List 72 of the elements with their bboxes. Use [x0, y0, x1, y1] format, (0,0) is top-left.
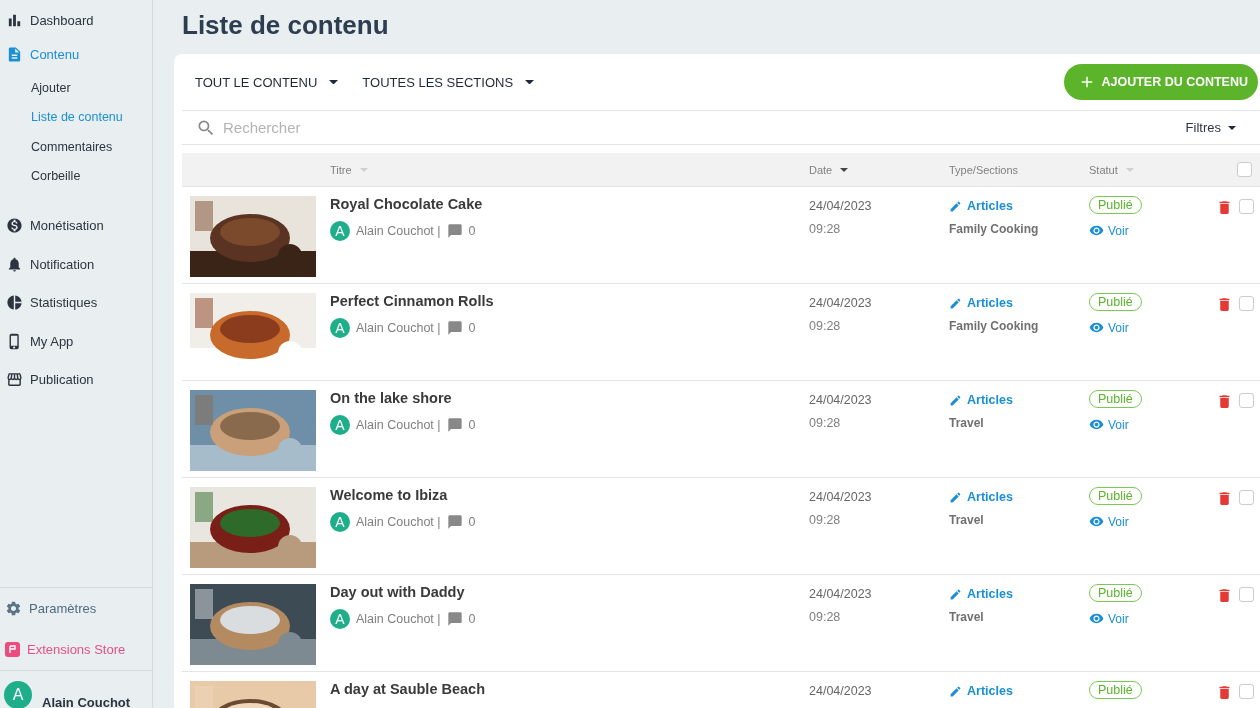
section-text: Travel: [949, 416, 985, 430]
sidebar-subitem[interactable]: Ajouter: [0, 73, 152, 103]
content-title[interactable]: Perfect Cinnamon Rolls: [330, 293, 809, 309]
column-header: Type/Sections: [949, 163, 1020, 176]
type-link[interactable]: Articles: [949, 199, 1089, 213]
sidebar-subitem[interactable]: Corbeille: [0, 161, 152, 191]
author-avatar: A: [330, 415, 350, 435]
filter-dropdown[interactable]: TOUTES LES SECTIONS: [362, 74, 535, 90]
view-link[interactable]: Voir: [1089, 611, 1212, 626]
content-title[interactable]: On the lake shore: [330, 390, 809, 406]
comment-count: 0: [468, 612, 476, 626]
page-title: Liste de contenu: [181, 9, 390, 42]
content-title[interactable]: Day out with Daddy: [330, 584, 809, 600]
sidebar-item[interactable]: Statistiques: [0, 283, 152, 323]
sidebar-item[interactable]: Contenu: [0, 35, 152, 74]
column-header[interactable]: Date: [809, 163, 949, 176]
type-link[interactable]: Articles: [949, 490, 1089, 504]
type-link[interactable]: Articles: [949, 587, 1089, 601]
section-text: Travel: [949, 610, 985, 624]
author-avatar: A: [330, 609, 350, 629]
view-link[interactable]: Voir: [1089, 223, 1212, 238]
time-text: 09:28: [809, 416, 842, 430]
sidebar-item[interactable]: Extensions Store: [0, 629, 152, 670]
author-avatar: A: [330, 318, 350, 338]
content-title[interactable]: Royal Chocolate Cake: [330, 196, 809, 212]
date-text: 24/04/2023: [809, 296, 873, 310]
user-name: Alain Couchot: [42, 694, 131, 708]
type-link[interactable]: Articles: [949, 296, 1089, 310]
date-text: 24/04/2023: [809, 587, 873, 601]
type-link[interactable]: Articles: [949, 684, 1089, 698]
author-name: Alain Couchot |: [356, 612, 441, 626]
filter-dropdown[interactable]: TOUT LE CONTENU: [195, 74, 339, 90]
date-text: 24/04/2023: [809, 199, 873, 213]
sidebar-subitem[interactable]: Commentaires: [0, 132, 152, 162]
time-text: 09:28: [809, 222, 842, 236]
author-avatar: A: [330, 221, 350, 241]
content-title[interactable]: A day at Sauble Beach: [330, 681, 809, 697]
sidebar-item[interactable]: Dashboard: [0, 6, 152, 35]
add-content-button[interactable]: AJOUTER DU CONTENU: [1064, 64, 1258, 100]
view-link[interactable]: Voir: [1089, 514, 1212, 529]
date-text: 24/04/2023: [809, 684, 873, 698]
comment-count: 0: [468, 321, 476, 335]
section-text: Family Cooking: [949, 319, 1040, 333]
content-title[interactable]: Welcome to Ibiza: [330, 487, 809, 503]
author-name: Alain Couchot |: [356, 321, 441, 335]
date-text: 24/04/2023: [809, 490, 873, 504]
time-text: 09:28: [809, 610, 842, 624]
sidebar-item[interactable]: Monétisation: [0, 206, 152, 246]
author-name: Alain Couchot |: [356, 224, 441, 238]
author-name: Alain Couchot |: [356, 515, 441, 529]
sidebar-item[interactable]: My App: [0, 322, 152, 361]
date-text: 24/04/2023: [809, 393, 873, 407]
view-link[interactable]: Voir: [1089, 320, 1212, 335]
comment-count: 0: [468, 418, 476, 432]
time-text: 09:28: [809, 319, 842, 333]
comment-count: 0: [468, 224, 476, 238]
comment-count: 0: [468, 515, 476, 529]
sidebar-item[interactable]: Paramètres: [0, 588, 152, 629]
filters-dropdown[interactable]: Filtres: [1185, 120, 1236, 135]
author-avatar: A: [330, 512, 350, 532]
author-name: Alain Couchot |: [356, 418, 441, 432]
column-header[interactable]: Titre: [330, 163, 809, 176]
user-avatar: A: [4, 681, 32, 708]
section-text: Family Cooking: [949, 222, 1040, 236]
sidebar-item[interactable]: Publication: [0, 360, 152, 400]
type-link[interactable]: Articles: [949, 393, 1089, 407]
column-header[interactable]: Statut: [1089, 163, 1212, 176]
sidebar-subitem[interactable]: Liste de contenu: [0, 102, 152, 133]
section-text: Travel: [949, 513, 985, 527]
sidebar-item[interactable]: Notification: [0, 245, 152, 284]
time-text: 09:28: [809, 513, 842, 527]
view-link[interactable]: Voir: [1089, 417, 1212, 432]
